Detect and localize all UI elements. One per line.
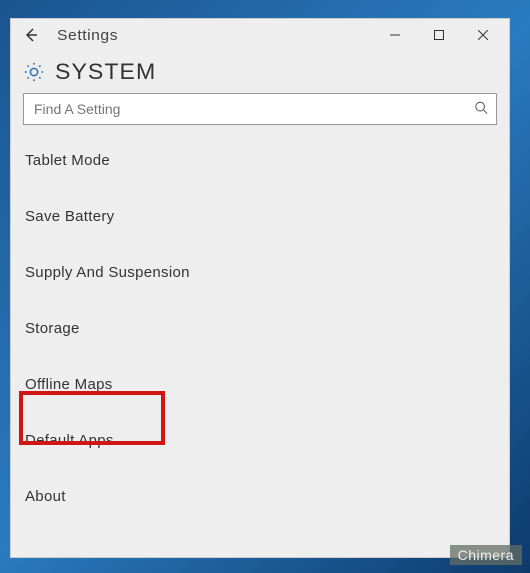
list-item-save-battery[interactable]: Save Battery xyxy=(11,195,509,239)
list-item-storage[interactable]: Storage xyxy=(11,307,509,351)
list-item-default-apps[interactable]: Default Apps xyxy=(11,419,509,463)
settings-list: Tablet Mode Save Battery Supply And Susp… xyxy=(11,135,509,523)
titlebar: Settings xyxy=(11,19,509,51)
maximize-icon xyxy=(434,30,444,40)
gear-icon xyxy=(23,61,45,83)
close-button[interactable] xyxy=(461,19,505,51)
settings-window: Settings SYSTEM Tablet Mode xyxy=(10,18,510,558)
minimize-button[interactable] xyxy=(373,19,417,51)
search-container xyxy=(11,93,509,135)
back-arrow-icon xyxy=(23,27,39,43)
page-header: SYSTEM xyxy=(11,51,509,93)
maximize-button[interactable] xyxy=(417,19,461,51)
watermark: Chimera xyxy=(450,545,522,565)
search-icon xyxy=(474,101,488,118)
list-item-offline-maps[interactable]: Offline Maps xyxy=(11,363,509,407)
window-title: Settings xyxy=(57,27,118,44)
list-item-about[interactable]: About xyxy=(11,475,509,519)
list-item-tablet-mode[interactable]: Tablet Mode xyxy=(11,139,509,183)
minimize-icon xyxy=(390,30,400,40)
search-box[interactable] xyxy=(23,93,497,125)
close-icon xyxy=(478,30,488,40)
back-button[interactable] xyxy=(15,19,47,51)
window-controls xyxy=(373,19,505,51)
list-item-supply-suspension[interactable]: Supply And Suspension xyxy=(11,251,509,295)
search-input[interactable] xyxy=(24,101,496,117)
page-title: SYSTEM xyxy=(55,59,156,85)
